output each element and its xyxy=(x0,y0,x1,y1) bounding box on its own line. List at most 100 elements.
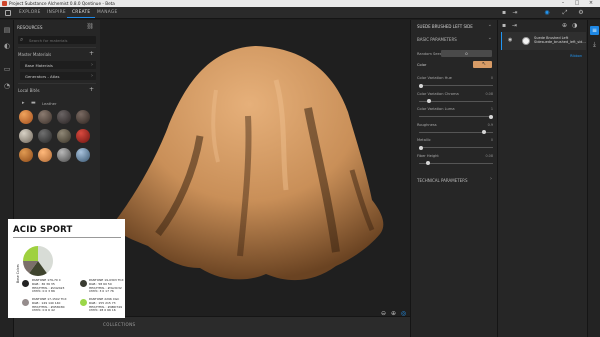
material-thumbnail[interactable] xyxy=(57,110,71,124)
3d-viewport[interactable]: ⊖ ⊕ ◎ xyxy=(100,20,410,316)
param-slider[interactable] xyxy=(419,130,493,134)
link-icon[interactable]: ⛓ xyxy=(86,23,94,30)
slider-knob[interactable] xyxy=(419,145,423,150)
export-icon[interactable]: ⇥ xyxy=(511,9,519,17)
layer-name: Suede Brushed Left Sidesuede_brushed_lef… xyxy=(534,36,586,45)
search-placeholder: Search for materials xyxy=(29,38,68,43)
technical-parameters-heading[interactable]: TECHNICAL PARAMETERS xyxy=(417,178,468,183)
param-value[interactable]: 1 xyxy=(491,107,493,111)
chevron-right-icon: › xyxy=(91,62,93,68)
param-slider[interactable] xyxy=(419,114,493,119)
swatch-dot-1 xyxy=(22,280,29,287)
color-palette-card: ACID SPORT Base Colors PANTONE 179-70 C … xyxy=(8,219,125,318)
maximize-icon[interactable]: □ xyxy=(570,0,584,7)
slider-knob[interactable] xyxy=(426,161,430,165)
caret-right-icon: ▸ xyxy=(22,100,25,106)
tab-create[interactable]: CREATE xyxy=(66,10,97,18)
material-thumbnail[interactable] xyxy=(19,129,33,143)
display-tool-icon[interactable]: ▭ xyxy=(3,65,11,73)
history-tool-icon[interactable]: ◔ xyxy=(3,82,11,90)
param-value[interactable]: 0.08 xyxy=(485,92,493,96)
swatch-info-4: PANTONE 2296 XGC RGB : 155 215 73 HEX/HT… xyxy=(89,297,122,313)
visibility-eye-icon[interactable]: ◉ xyxy=(508,37,512,43)
tab-inspire[interactable]: INSPIRE xyxy=(47,10,66,15)
save-icon[interactable]: ▪ xyxy=(500,9,508,17)
material-thumbnail[interactable] xyxy=(76,110,90,124)
layer-settings-icon[interactable]: ◑ xyxy=(572,22,577,29)
resources-search-input[interactable]: ⌕ Search for materials xyxy=(18,36,96,44)
material-thumbnail[interactable] xyxy=(38,129,52,143)
material-header: SUEDE BRUSHED LEFT SIDE xyxy=(417,24,473,29)
param-value[interactable]: 0.9 xyxy=(488,123,493,127)
basic-parameters-heading[interactable]: BASIC PARAMETERS xyxy=(417,37,457,42)
settings-icon[interactable]: ⚙ xyxy=(577,9,585,17)
fullscreen-icon[interactable]: ⤢ xyxy=(561,9,569,17)
param-slider[interactable] xyxy=(419,145,493,150)
material-thumbnail[interactable] xyxy=(76,148,90,162)
material-thumbnail[interactable] xyxy=(57,129,71,143)
collections-bar[interactable]: COLLECTIONS xyxy=(14,316,410,337)
app-logo-icon xyxy=(5,10,11,16)
add-master-icon[interactable]: + xyxy=(89,50,94,57)
tab-explore[interactable]: EXPLORE xyxy=(19,10,41,15)
chevron-down-icon[interactable]: ⌄ xyxy=(488,35,492,41)
add-local-icon[interactable]: + xyxy=(89,86,94,93)
resource-item-label: Base Materials xyxy=(25,63,53,68)
slider-knob[interactable] xyxy=(482,130,486,134)
share-icon[interactable]: ◉ xyxy=(543,9,551,17)
add-layer-icon[interactable]: ⊕ xyxy=(562,22,567,29)
resource-item-label: Generators - Atlas xyxy=(25,74,60,79)
title-underline xyxy=(13,237,121,238)
resources-title: RESOURCES xyxy=(17,25,43,30)
random-seed-label: Random Seed xyxy=(417,52,443,56)
folder-path-label: Leather xyxy=(42,101,57,106)
close-icon[interactable]: × xyxy=(584,0,598,7)
app-icon xyxy=(2,1,7,6)
palette-pie-chart xyxy=(23,246,53,276)
material-thumbnail[interactable] xyxy=(38,110,52,124)
resource-item-base-materials[interactable]: Base Materials › xyxy=(20,61,96,69)
local-bites-heading: Local Bitès xyxy=(18,88,40,93)
param-label: Roughness xyxy=(417,122,437,127)
swatch-dot-3 xyxy=(22,299,29,306)
layer-sub-link[interactable]: Ribbon xyxy=(570,54,582,58)
param-slider[interactable] xyxy=(419,161,493,165)
tab-manage[interactable]: MANAGE xyxy=(97,10,118,15)
param-label: Fiber Height xyxy=(417,153,439,158)
resources-tool-icon[interactable]: ▤ xyxy=(3,26,11,34)
random-seed-value: 0 xyxy=(465,51,468,56)
swatch-info-2: PANTONE 19-0303 TCX RGB : 58 60 50 HEX/H… xyxy=(89,278,124,294)
layer-item[interactable]: ◉ Suede Brushed Left Sidesuede_brushed_l… xyxy=(501,32,586,50)
random-seed-field[interactable]: 0 xyxy=(441,50,492,57)
export-layer-icon[interactable]: ⇥ xyxy=(512,22,517,29)
color-picker-field[interactable]: ↖ xyxy=(473,61,492,68)
pie-slice-4 xyxy=(23,246,38,261)
material-thumbnail[interactable] xyxy=(57,148,71,162)
menu-bar: EXPLORE INSPIRE CREATE MANAGE ▪ ⇥ ◉ ⤢ ⚙ xyxy=(0,7,600,19)
material-tool-icon[interactable]: ◐ xyxy=(3,42,11,50)
material-thumbnail[interactable] xyxy=(38,148,52,162)
chevron-down-icon[interactable]: ⌄ xyxy=(488,22,492,28)
material-thumbnail[interactable] xyxy=(19,148,33,162)
slider-knob[interactable] xyxy=(419,83,423,88)
param-value[interactable]: 0 xyxy=(491,76,493,80)
param-value[interactable]: 0 xyxy=(491,138,493,142)
save-layer-icon[interactable]: ▪ xyxy=(502,22,506,29)
param-value[interactable]: 0.08 xyxy=(485,154,493,158)
export-tool-icon[interactable]: ⤓ xyxy=(590,40,599,49)
minimize-icon[interactable]: – xyxy=(556,0,570,7)
material-thumbnail[interactable] xyxy=(76,129,90,143)
cursor-icon: ↖ xyxy=(482,61,487,67)
layers-tool-icon[interactable]: ≡ xyxy=(590,26,599,35)
slider-knob[interactable] xyxy=(427,99,432,103)
material-thumbnail[interactable] xyxy=(19,110,33,124)
folder-path[interactable]: ▸ ▬ Leather xyxy=(18,99,96,107)
window-title-bar: Project Substance Alchemist 0.8.0 Qontin… xyxy=(0,0,600,7)
chevron-right-icon[interactable]: › xyxy=(490,176,492,182)
slider-knob[interactable] xyxy=(489,114,493,119)
param-slider[interactable] xyxy=(419,99,493,103)
resource-item-generators-atlas[interactable]: Generators - Atlas › xyxy=(20,72,96,80)
param-label: Color Variation Luma xyxy=(417,107,455,111)
param-slider[interactable] xyxy=(419,83,493,88)
draped-fabric-preview xyxy=(115,46,384,281)
